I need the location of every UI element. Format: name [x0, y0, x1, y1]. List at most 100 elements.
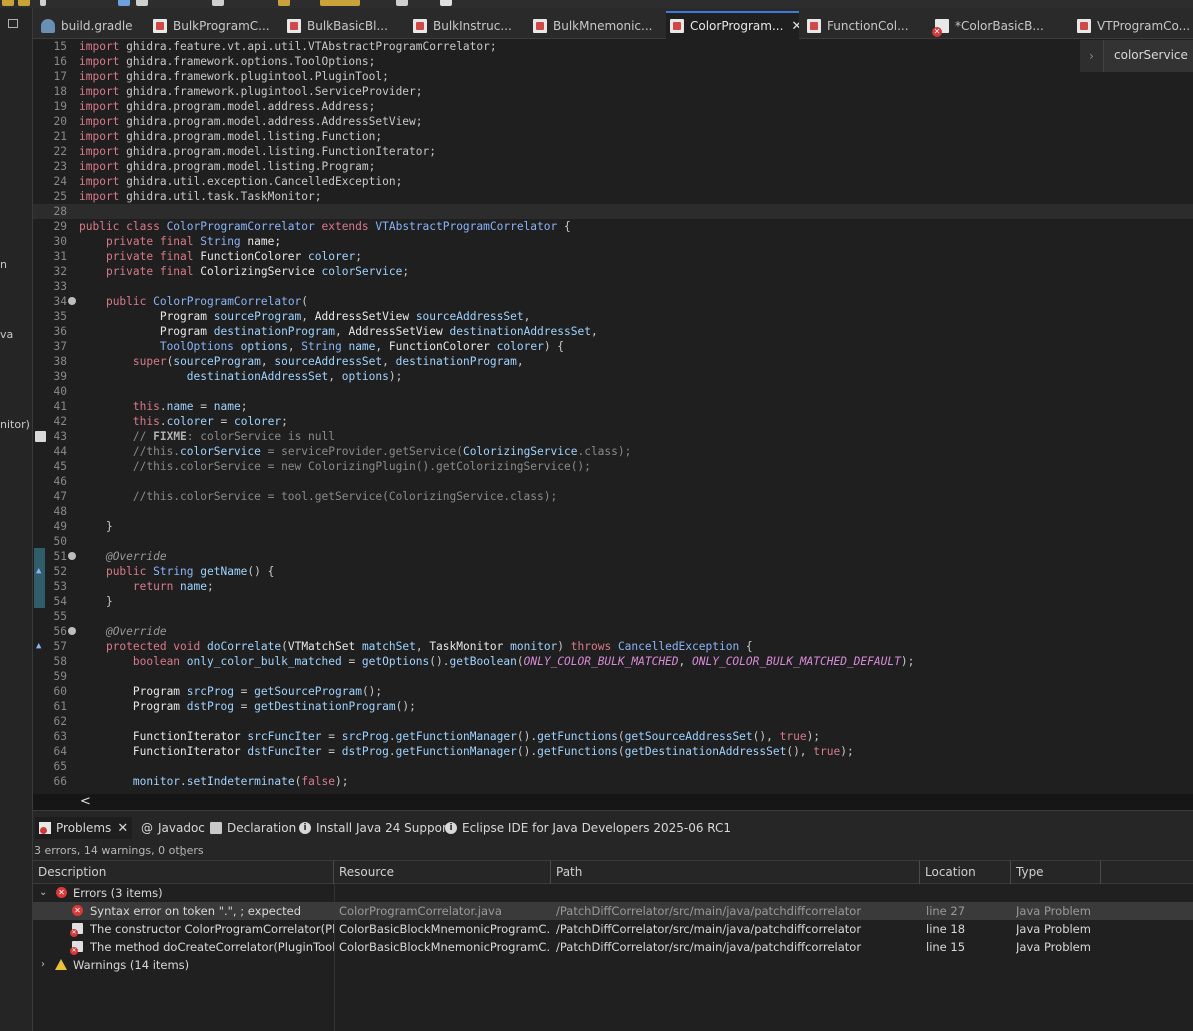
breadcrumb-chevron[interactable]: ›	[1080, 40, 1103, 72]
code-line[interactable]: 60 Program srcProg = getSourceProgram();	[33, 684, 1193, 699]
code-line[interactable]: 37 ToolOptions options, String name, Fun…	[33, 339, 1193, 354]
column-description[interactable]: Description	[33, 861, 334, 884]
editor-tab[interactable]: BulkProgramC...	[149, 12, 279, 39]
toolbar-nav-icon[interactable]	[278, 0, 290, 6]
code-line[interactable]: 66 monitor.setIndeterminate(false);	[33, 774, 1193, 789]
code-line[interactable]: 18 import ghidra.framework.plugintool.Ser…	[33, 84, 1193, 99]
code-line[interactable]: 17 import ghidra.framework.plugintool.Plu…	[33, 69, 1193, 84]
code-line[interactable]: 30 private final String name;	[33, 234, 1193, 249]
code-line[interactable]: 55	[33, 609, 1193, 624]
code-line[interactable]: 35 Program sourceProgram, AddressSetView…	[33, 309, 1193, 324]
code-line[interactable]: 45 //this.colorService = new ColorizingP…	[33, 459, 1193, 474]
code-line[interactable]: 56 @Override	[33, 624, 1193, 639]
code-line[interactable]: 36 Program destinationProgram, AddressSe…	[33, 324, 1193, 339]
code-line[interactable]: 29 public class ColorProgramCorrelator ex…	[33, 219, 1193, 234]
search-input[interactable]: colorService	[1103, 40, 1193, 72]
toolbar-tool-icon[interactable]	[136, 0, 148, 6]
toolbar-arrow-icon[interactable]	[396, 0, 408, 6]
table-row[interactable]: The constructor ColorProgramCorrelator(P…	[33, 920, 1193, 938]
code-line[interactable]: 28	[33, 204, 1193, 219]
tab-declaration[interactable]: Declaration	[210, 818, 296, 838]
task-marker-icon[interactable]	[35, 431, 46, 442]
editor-tab[interactable]: BulkInstruc...	[409, 12, 529, 39]
code-line[interactable]: 63 FunctionIterator srcFuncIter = srcPro…	[33, 729, 1193, 744]
code-line[interactable]: 25 import ghidra.util.task.TaskMonitor;	[33, 189, 1193, 204]
code-line[interactable]: 43 // FIXME: colorService is null	[33, 429, 1193, 444]
horizontal-scrollbar[interactable]: <	[33, 794, 1193, 810]
column-path[interactable]: Path	[551, 861, 920, 884]
code-line[interactable]: 44 //this.colorService = serviceProvider…	[33, 444, 1193, 459]
fold-marker-icon[interactable]	[68, 552, 76, 560]
code-line[interactable]: 20 import ghidra.program.model.address.Ad…	[33, 114, 1193, 129]
code-line[interactable]: 38 super(sourceProgram, sourceAddressSet…	[33, 354, 1193, 369]
code-line[interactable]: 19 import ghidra.program.model.address.Ad…	[33, 99, 1193, 114]
editor-tab-active[interactable]: ColorProgram... ✕	[666, 11, 799, 39]
toolbar-edit-icon[interactable]	[118, 0, 130, 6]
toolbar-menu-icon[interactable]	[40, 0, 46, 6]
code-line[interactable]: 48	[33, 504, 1193, 519]
code-line[interactable]: 50	[33, 534, 1193, 549]
code-line[interactable]: 15 import ghidra.feature.vt.api.util.VTAb…	[33, 39, 1193, 54]
code-line[interactable]: 16 import ghidra.framework.options.ToolOp…	[33, 54, 1193, 69]
code-line[interactable]: 32 private final ColorizingService color…	[33, 264, 1193, 279]
close-view-icon[interactable]: ✕	[117, 821, 128, 836]
code-line[interactable]: 61 Program dstProg = getDestinationProgr…	[33, 699, 1193, 714]
code-line[interactable]: 39 destinationAddressSet, options);	[33, 369, 1193, 384]
code-line[interactable]: 40	[33, 384, 1193, 399]
editor-tab[interactable]: *ColorBasicB...	[931, 12, 1071, 39]
column-type[interactable]: Type	[1011, 861, 1101, 884]
code-line[interactable]: 59	[33, 669, 1193, 684]
code-line[interactable]: 22 import ghidra.program.model.listing.Fu…	[33, 144, 1193, 159]
code-line[interactable]: 47 //this.colorService = tool.getService…	[33, 489, 1193, 504]
code-line[interactable]: 62	[33, 714, 1193, 729]
toolbar-folder-icon[interactable]	[18, 0, 30, 6]
code-line[interactable]: 53 return name;	[33, 579, 1193, 594]
code-line[interactable]: 49 }	[33, 519, 1193, 534]
editor-tab[interactable]: VTProgramCo...	[1073, 12, 1193, 39]
warnings-group-row[interactable]: › Warnings (14 items)	[33, 956, 1193, 974]
code-line[interactable]: 58 boolean only_color_bulk_matched = get…	[33, 654, 1193, 669]
editor-tab[interactable]: BulkMnemonic...	[529, 12, 665, 39]
close-tab-icon[interactable]: ✕	[791, 19, 799, 34]
expanded-chevron-icon[interactable]: ⌄	[39, 884, 47, 902]
tab-problems[interactable]: Problems ✕	[35, 817, 133, 839]
toolbar-tool-icon[interactable]	[212, 0, 224, 6]
errors-group-row[interactable]: ⌄ ✕ Errors (3 items)	[33, 884, 1193, 902]
code-line[interactable]: 57 ▲ protected void doCorrelate(VTMatchSe…	[33, 639, 1193, 654]
code-line[interactable]: 31 private final FunctionColorer colorer…	[33, 249, 1193, 264]
code-line[interactable]: 51 @Override	[33, 549, 1193, 564]
code-line[interactable]: 42 this.colorer = colorer;	[33, 414, 1193, 429]
column-resource[interactable]: Resource	[334, 861, 551, 884]
scroll-left-icon[interactable]: <	[80, 794, 91, 810]
code-line[interactable]: 34 public ColorProgramCorrelator(	[33, 294, 1193, 309]
fold-marker-icon[interactable]	[68, 627, 76, 635]
toolbar-pin-icon[interactable]	[440, 0, 452, 6]
code-line[interactable]: 65	[33, 759, 1193, 774]
column-location[interactable]: Location	[920, 861, 1011, 884]
toolbar-folder-icon[interactable]	[2, 0, 14, 6]
toolbar-back-forward-icon[interactable]	[320, 0, 360, 6]
collapsed-chevron-icon[interactable]: ›	[41, 956, 45, 974]
tab-javadoc[interactable]: @ Javadoc	[141, 818, 205, 838]
code-line[interactable]: 46	[33, 474, 1193, 489]
editor-tab[interactable]: build.gradle	[37, 12, 147, 39]
code-line[interactable]: 33	[33, 279, 1193, 294]
tab-eclipse-ide[interactable]: i Eclipse IDE for Java Developers 2025-06…	[445, 818, 731, 838]
code-line[interactable]: 21 import ghidra.program.model.listing.Fu…	[33, 129, 1193, 144]
editor-tab[interactable]: BulkBasicBl...	[283, 12, 408, 39]
editor-tab[interactable]: FunctionCol...	[803, 12, 928, 39]
table-row[interactable]: The method doCreateCorrelator(PluginTool…	[33, 938, 1193, 956]
code-line[interactable]: 54 }	[33, 594, 1193, 609]
tab-install-java[interactable]: i Install Java 24 Support	[299, 818, 452, 838]
line-number: 24	[53, 175, 67, 188]
code-line[interactable]: 23 import ghidra.program.model.listing.Pr…	[33, 159, 1193, 174]
fold-marker-icon[interactable]	[68, 297, 76, 305]
code-line[interactable]: 52 ▲ public String getName() {	[33, 564, 1193, 579]
code-line[interactable]: 64 FunctionIterator dstFuncIter = dstPro…	[33, 744, 1193, 759]
code-line[interactable]: 41 this.name = name;	[33, 399, 1193, 414]
restore-view-icon[interactable]	[8, 19, 18, 28]
code-editor[interactable]: 15 import ghidra.feature.vt.api.util.VTAb…	[33, 39, 1193, 794]
code-line[interactable]: 24 import ghidra.util.exception.Cancelled…	[33, 174, 1193, 189]
table-row[interactable]: ✕ Syntax error on token ".", ; expected …	[33, 902, 1193, 920]
tab-label: Javadoc	[158, 821, 205, 835]
